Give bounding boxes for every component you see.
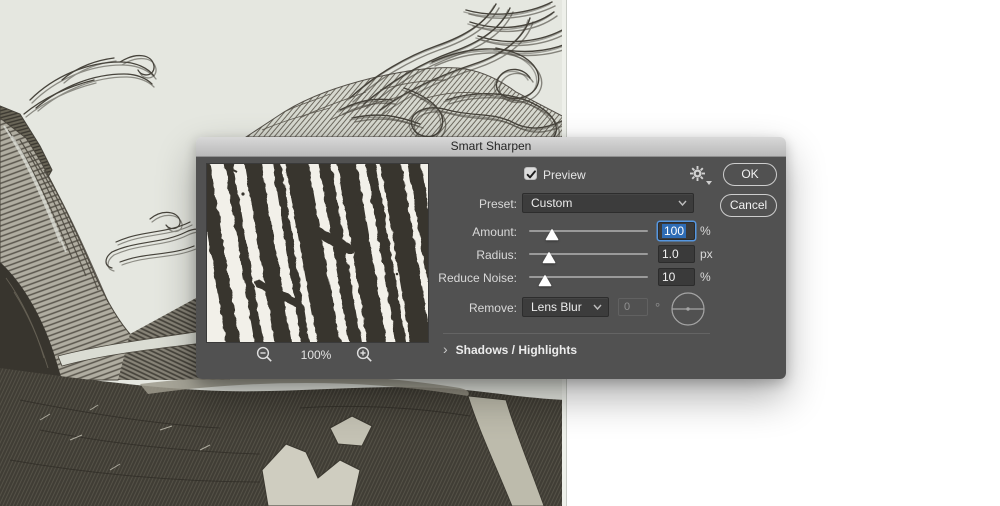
preset-label: Preset: xyxy=(478,197,517,211)
angle-dial xyxy=(671,292,705,326)
reduce-noise-slider-thumb[interactable] xyxy=(538,275,552,287)
gear-icon[interactable] xyxy=(689,165,706,182)
radius-slider-thumb[interactable] xyxy=(542,252,556,264)
angle-field-disabled: 0 xyxy=(618,298,648,316)
angle-degree-unit: ° xyxy=(655,300,661,315)
amount-value-field[interactable]: 100 xyxy=(658,222,695,240)
shadows-highlights-disclosure[interactable]: › Shadows / Highlights xyxy=(443,341,577,357)
zoom-in-icon[interactable] xyxy=(356,346,373,363)
chevron-down-icon xyxy=(678,200,687,206)
preview-checkbox[interactable] xyxy=(524,167,537,180)
amount-value: 100 xyxy=(662,224,687,238)
remove-dropdown[interactable]: Lens Blur xyxy=(522,297,609,317)
amount-label: Amount: xyxy=(472,225,517,239)
ok-button[interactable]: OK xyxy=(723,163,777,186)
checkmark-icon xyxy=(526,170,536,179)
preview-thumbnail[interactable] xyxy=(206,163,429,343)
gear-menu-caret-icon xyxy=(706,181,712,185)
radius-label: Radius: xyxy=(476,248,517,262)
photoshop-workspace: Smart Sharpen 100% Preview OK Cancel Pre… xyxy=(0,0,1000,506)
dialog-title: Smart Sharpen xyxy=(450,139,532,153)
preview-thumbnail-image xyxy=(207,164,428,342)
radius-value: 1.0 xyxy=(662,247,679,261)
chevron-down-icon xyxy=(593,304,602,310)
remove-label: Remove: xyxy=(468,301,517,315)
radius-unit: px xyxy=(700,247,713,261)
amount-unit: % xyxy=(700,224,711,238)
dialog-titlebar[interactable]: Smart Sharpen xyxy=(196,137,786,157)
reduce-noise-value-field[interactable]: 10 xyxy=(658,268,695,286)
zoom-out-icon[interactable] xyxy=(256,346,273,363)
section-divider xyxy=(443,333,710,334)
radius-value-field[interactable]: 1.0 xyxy=(658,245,695,263)
reduce-noise-value: 10 xyxy=(662,270,676,284)
remove-value: Lens Blur xyxy=(531,300,582,314)
dialog-body: 100% Preview OK Cancel Preset: Custom Am… xyxy=(196,157,786,379)
preview-zoom-level: 100% xyxy=(300,348,332,362)
cancel-button[interactable]: Cancel xyxy=(720,194,777,217)
chevron-right-icon: › xyxy=(443,341,448,357)
reduce-noise-unit: % xyxy=(700,270,711,284)
smart-sharpen-dialog: Smart Sharpen 100% Preview OK Cancel Pre… xyxy=(196,137,786,379)
reduce-noise-label: Reduce Noise: xyxy=(438,271,517,285)
preview-checkbox-label: Preview xyxy=(543,168,586,182)
preset-dropdown[interactable]: Custom xyxy=(522,193,694,213)
shadows-highlights-label: Shadows / Highlights xyxy=(455,343,578,357)
amount-slider-thumb[interactable] xyxy=(545,229,559,241)
preset-value: Custom xyxy=(531,196,573,210)
